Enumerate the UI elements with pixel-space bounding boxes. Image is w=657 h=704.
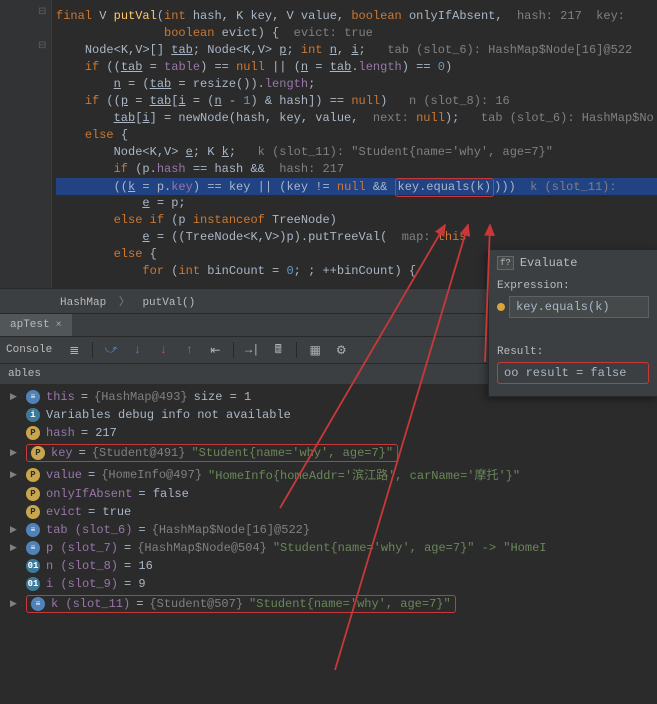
evaluate-title: f? Evaluate bbox=[497, 256, 649, 270]
collapse-icon[interactable]: ⊟ bbox=[38, 40, 48, 50]
close-icon[interactable]: × bbox=[56, 320, 62, 331]
highlighted-expression: key.equals(k) bbox=[395, 178, 495, 197]
console-label[interactable]: Console bbox=[6, 344, 52, 356]
result-label: Result: bbox=[497, 346, 649, 358]
code-line[interactable]: final V putVal(int hash, K key, V value,… bbox=[56, 8, 657, 25]
collapse-icon[interactable]: ⊟ bbox=[38, 6, 48, 16]
settings-icon[interactable]: ⚙ bbox=[331, 340, 351, 360]
code-line[interactable]: e = p; bbox=[56, 195, 657, 212]
expression-input[interactable] bbox=[509, 296, 649, 318]
param-icon: P bbox=[26, 468, 40, 482]
array-icon: ≡ bbox=[26, 523, 40, 537]
force-step-into-icon[interactable]: ↓ bbox=[153, 340, 173, 360]
var-tab[interactable]: ▶≡tab (slot_6) = {HashMap$Node[16]@522} bbox=[0, 521, 657, 539]
code-line[interactable]: if ((tab = table) == null || (n = tab.le… bbox=[56, 59, 657, 76]
code-line[interactable]: else { bbox=[56, 127, 657, 144]
breadcrumb-class[interactable]: HashMap bbox=[60, 297, 106, 309]
var-key[interactable]: ▶Pkey = {Student@491} "Student{name='why… bbox=[0, 442, 657, 464]
code-editor[interactable]: ⊟ ⊟ final V putVal(int hash, K key, V va… bbox=[0, 0, 657, 288]
info-icon: i bbox=[26, 408, 40, 422]
step-into-icon[interactable]: ↓ bbox=[127, 340, 147, 360]
code-line[interactable]: Node<K,V> e; K k; k (slot_11): "Student{… bbox=[56, 144, 657, 161]
param-icon: P bbox=[26, 487, 40, 501]
var-info: iVariables debug info not available bbox=[0, 406, 657, 424]
run-to-cursor-icon[interactable]: →| bbox=[242, 340, 262, 360]
variables-panel[interactable]: ▶≡this = {HashMap@493} size = 1 iVariabl… bbox=[0, 384, 657, 619]
result-text: oo result = false bbox=[504, 366, 626, 380]
this-icon: ≡ bbox=[26, 390, 40, 404]
bullet-icon bbox=[497, 303, 505, 311]
expression-label: Expression: bbox=[497, 280, 649, 292]
code-line[interactable]: else if (p instanceof TreeNode) bbox=[56, 212, 657, 229]
var-value[interactable]: ▶Pvalue = {HomeInfo@497} "HomeInfo{homeA… bbox=[0, 464, 657, 485]
evaluate-popup[interactable]: f? Evaluate Expression: Result: oo resul… bbox=[488, 249, 657, 397]
gutter: ⊟ ⊟ bbox=[0, 0, 52, 288]
code-line[interactable]: boolean evict) { evict: true bbox=[56, 25, 657, 42]
var-onlyifabsent[interactable]: PonlyIfAbsent = false bbox=[0, 485, 657, 503]
int-icon: 01 bbox=[26, 577, 40, 591]
drop-frame-icon[interactable]: ⇤ bbox=[205, 340, 225, 360]
var-hash[interactable]: Phash = 217 bbox=[0, 424, 657, 442]
var-k[interactable]: ▶≡k (slot_11) = {Student@507} "Student{n… bbox=[0, 593, 657, 615]
var-evict[interactable]: Pevict = true bbox=[0, 503, 657, 521]
evaluate-result: oo result = false bbox=[497, 362, 649, 384]
execution-line[interactable]: ((k = p.key) == key || (key != null && k… bbox=[56, 178, 657, 195]
code-line[interactable]: if (p.hash == hash && hash: 217 bbox=[56, 161, 657, 178]
tab-aptest[interactable]: apTest × bbox=[0, 314, 72, 336]
breadcrumb-method[interactable]: putVal() bbox=[142, 297, 195, 309]
code-line[interactable]: if ((p = tab[i = (n - 1) & hash]) == nul… bbox=[56, 93, 657, 110]
code-line[interactable]: tab[i] = newNode(hash, key, value, next:… bbox=[56, 110, 657, 127]
code-line[interactable]: n = (tab = resize()).length; bbox=[56, 76, 657, 93]
var-p[interactable]: ▶≡p (slot_7) = {HashMap$Node@504} "Stude… bbox=[0, 539, 657, 557]
layout-icon[interactable]: ≣ bbox=[64, 340, 84, 360]
object-icon: ≡ bbox=[26, 541, 40, 555]
code-line[interactable]: e = ((TreeNode<K,V>)p).putTreeVal( map: … bbox=[56, 229, 657, 246]
table-icon[interactable]: ▦ bbox=[305, 340, 325, 360]
evaluate-icon[interactable]: 🖩 bbox=[268, 340, 288, 360]
evaluate-icon: f? bbox=[497, 256, 514, 270]
param-icon: P bbox=[26, 505, 40, 519]
int-icon: 01 bbox=[26, 559, 40, 573]
var-i[interactable]: 01i (slot_9) = 9 bbox=[0, 575, 657, 593]
step-out-icon[interactable]: ↑ bbox=[179, 340, 199, 360]
object-icon: ≡ bbox=[31, 597, 45, 611]
param-icon: P bbox=[31, 446, 45, 460]
breadcrumb-sep: 〉 bbox=[119, 297, 130, 309]
var-n[interactable]: 01n (slot_8) = 16 bbox=[0, 557, 657, 575]
step-over-icon[interactable]: ⤻ bbox=[101, 340, 121, 360]
param-icon: P bbox=[26, 426, 40, 440]
tab-label: apTest bbox=[10, 319, 50, 331]
code-line[interactable]: Node<K,V>[] tab; Node<K,V> p; int n, i; … bbox=[56, 42, 657, 59]
